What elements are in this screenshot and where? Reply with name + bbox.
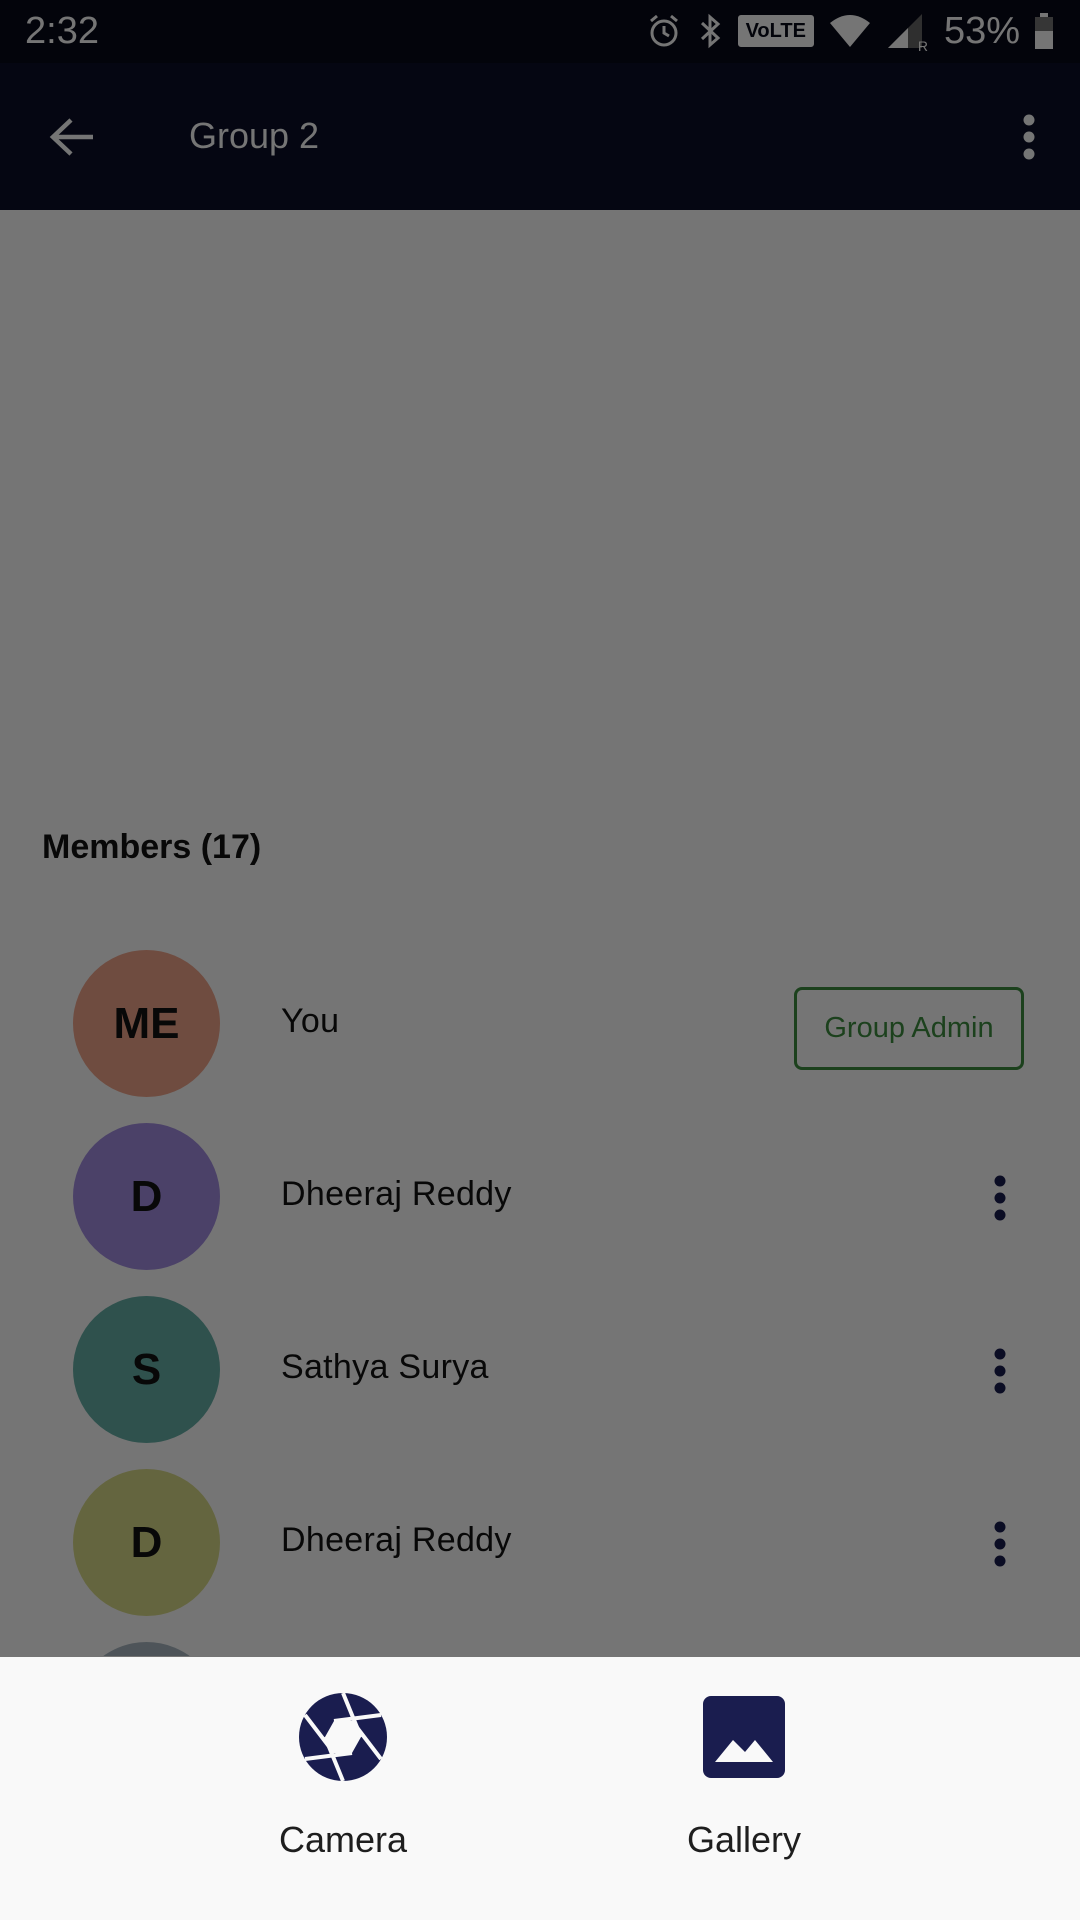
- gallery-option[interactable]: Gallery: [634, 1687, 854, 1897]
- battery-percent: 53%: [943, 9, 1020, 52]
- status-time: 2:32: [25, 10, 99, 52]
- more-vert-icon: [994, 1175, 1006, 1221]
- member-options-button[interactable]: [976, 1166, 1024, 1230]
- arrow-back-icon: [49, 118, 93, 156]
- more-vert-icon: [994, 1348, 1006, 1394]
- member-name: Dheeraj Reddy: [281, 1521, 512, 1559]
- member-row[interactable]: D Dheeraj Reddy: [0, 1456, 1080, 1629]
- more-options-button[interactable]: [1002, 107, 1056, 167]
- avatar: ME: [73, 950, 220, 1097]
- member-name: Dheeraj Reddy: [281, 1175, 512, 1213]
- volte-badge: VoLTE: [737, 15, 814, 47]
- status-icons: VoLTE R 53%: [646, 8, 1054, 54]
- status-bar: 2:32 VoLTE R 53%: [0, 0, 1080, 63]
- member-row[interactable]: S Sathya Surya: [0, 1283, 1080, 1456]
- battery-icon: [1034, 13, 1054, 49]
- image-icon: [694, 1687, 794, 1787]
- more-vert-icon: [1023, 114, 1035, 160]
- member-name: Sathya Surya: [281, 1348, 489, 1386]
- alarm-icon: [646, 13, 682, 49]
- avatar: D: [73, 1469, 220, 1616]
- camera-label: Camera: [278, 1819, 408, 1860]
- more-vert-icon: [994, 1521, 1006, 1567]
- members-title: Members (17): [42, 828, 262, 866]
- group-header-area: [0, 210, 1080, 790]
- member-row[interactable]: [0, 1629, 1080, 1656]
- member-options-button[interactable]: [976, 1339, 1024, 1403]
- bluetooth-icon: [696, 13, 724, 49]
- page-title: Group 2: [189, 115, 320, 156]
- roaming-label: R: [917, 38, 928, 54]
- back-button[interactable]: [44, 111, 100, 163]
- member-options-button[interactable]: [976, 1512, 1024, 1576]
- member-name: You: [281, 1002, 340, 1040]
- group-details-content: Members (17) ME You Group Admin D Dheera…: [0, 210, 1080, 1656]
- member-row[interactable]: D Dheeraj Reddy: [0, 1110, 1080, 1283]
- member-row[interactable]: ME You Group Admin: [0, 937, 1080, 1110]
- avatar: [73, 1642, 220, 1656]
- wifi-icon: [828, 13, 872, 49]
- avatar: S: [73, 1296, 220, 1443]
- image-source-sheet: Camera Gallery: [0, 1657, 1080, 1920]
- group-admin-badge: Group Admin: [794, 987, 1024, 1070]
- gallery-label: Gallery: [686, 1819, 802, 1860]
- camera-option[interactable]: Camera: [233, 1687, 453, 1897]
- app-bar: Group 2: [0, 63, 1080, 210]
- cell-signal-icon: R: [886, 12, 928, 54]
- avatar: D: [73, 1123, 220, 1270]
- camera-shutter-icon: [293, 1687, 393, 1787]
